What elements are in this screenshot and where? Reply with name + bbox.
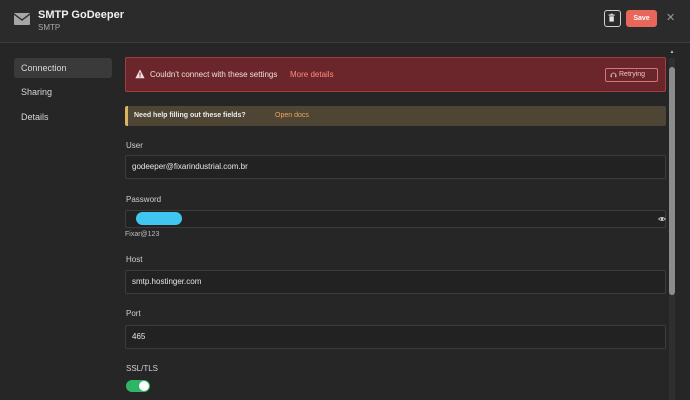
eye-icon[interactable] (658, 215, 666, 223)
sidebar-item-sharing[interactable]: Sharing (14, 82, 112, 102)
trash-icon (608, 13, 615, 22)
password-redaction (136, 212, 182, 225)
more-details-link[interactable]: More details (290, 70, 334, 79)
scrollbar-thumb[interactable] (669, 67, 675, 295)
save-button[interactable]: Save (626, 10, 657, 27)
host-label: Host (126, 255, 143, 264)
close-icon[interactable]: ✕ (666, 11, 675, 25)
user-field[interactable]: godeeper@fixarindustrial.com.br (125, 155, 666, 179)
port-label: Port (126, 309, 141, 318)
sidebar-item-details[interactable]: Details (14, 107, 112, 127)
warning-icon (135, 69, 145, 79)
password-field[interactable] (125, 210, 666, 228)
alert-message: Couldn't connect with these settings (150, 70, 278, 79)
host-field[interactable]: smtp.hostinger.com (125, 270, 666, 294)
retrying-button[interactable]: Retrying (605, 68, 658, 82)
password-label: Password (126, 195, 162, 204)
sidebar: Connection Sharing Details (0, 44, 118, 400)
ssl-label: SSL/TLS (126, 364, 159, 373)
open-docs-link[interactable]: Open docs (275, 112, 309, 119)
page-subtitle: SMTP (38, 23, 61, 32)
toggle-knob (139, 381, 149, 391)
help-message: Need help filling out these fields? (134, 112, 246, 119)
retrying-label: Retrying (619, 71, 646, 78)
error-alert: Couldn't connect with these settings Mor… (125, 57, 666, 92)
help-banner: Need help filling out these fields? Open… (125, 106, 666, 126)
page-title: SMTP GoDeeper (38, 9, 124, 21)
sidebar-item-connection[interactable]: Connection (14, 58, 112, 78)
password-hint: Fixar@123 (125, 231, 160, 238)
mail-icon (14, 13, 30, 25)
header: SMTP GoDeeper SMTP Save ✕ (0, 0, 690, 43)
port-field[interactable]: 465 (125, 325, 666, 349)
headset-icon (610, 72, 617, 78)
delete-button[interactable] (604, 10, 621, 27)
user-label: User (126, 141, 143, 150)
ssl-toggle[interactable] (126, 380, 150, 392)
main-content: Couldn't connect with these settings Mor… (118, 44, 670, 400)
scroll-up-arrow[interactable]: ▲ (669, 48, 675, 56)
scrollbar[interactable] (669, 58, 675, 400)
